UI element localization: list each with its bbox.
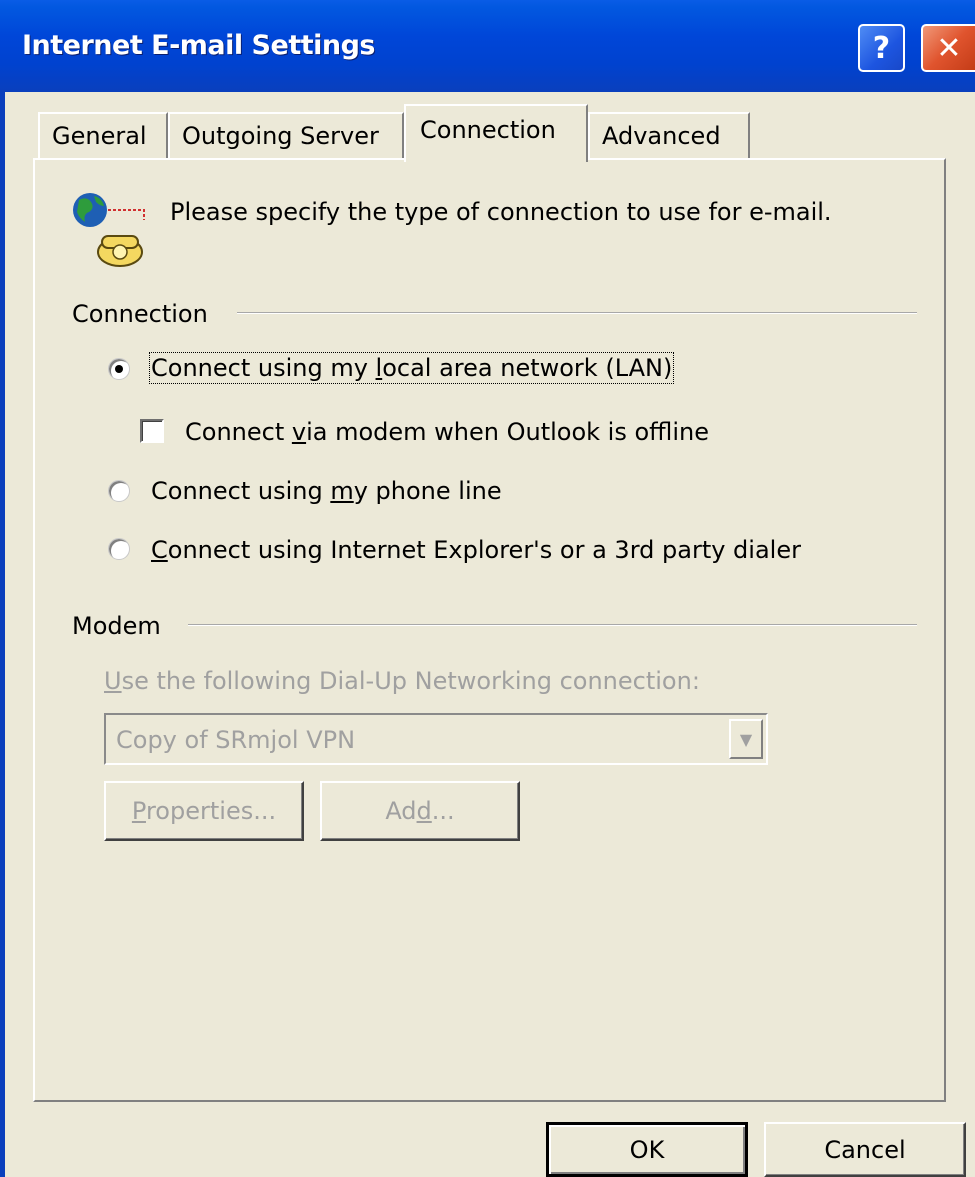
ok-button-label: OK [629,1135,665,1164]
tab-advanced-label: Advanced [602,122,721,150]
modem-divider [188,624,917,626]
radio-lan-label[interactable]: Connect using my local area network (LAN… [148,352,675,384]
dialup-label: Use the following Dial-Up Networking con… [104,667,700,695]
properties-button[interactable]: Properties... [104,781,304,841]
window-title: Internet E-mail Settings [22,30,376,61]
tab-outgoing-server[interactable]: Outgoing Server [168,112,404,158]
connection-divider [237,312,917,314]
radio-phone-line[interactable] [108,480,130,502]
tab-general-label: General [52,122,147,150]
modem-offline-checkbox[interactable] [140,419,164,443]
radio-dialer-label[interactable]: Connect using Internet Explorer's or a 3… [151,536,801,564]
tab-general[interactable]: General [38,112,168,158]
window-border [0,92,5,1177]
cancel-button[interactable]: Cancel [764,1122,966,1177]
radio-phone-line-label[interactable]: Connect using my phone line [151,477,502,505]
header-description: Please specify the type of connection to… [170,198,832,226]
add-button[interactable]: Add... [320,781,520,841]
add-button-label: Add... [385,797,455,825]
close-icon: ✕ [936,30,962,66]
globe-phone-icon [73,193,145,267]
modem-group-label: Modem [72,612,161,640]
cancel-button-label: Cancel [824,1135,906,1164]
help-icon: ? [872,30,891,66]
dialup-connection-select[interactable]: Copy of SRmjol VPN ▼ [104,713,768,765]
tab-connection-label: Connection [420,116,556,144]
tab-connection[interactable]: Connection [404,104,588,162]
tab-outgoing-server-label: Outgoing Server [182,122,379,150]
modem-offline-label[interactable]: Connect via modem when Outlook is offlin… [185,418,709,446]
properties-button-label: Properties... [131,797,277,825]
dialup-connection-value: Copy of SRmjol VPN [116,726,356,754]
tab-advanced[interactable]: Advanced [588,112,750,158]
close-button[interactable]: ✕ [921,24,975,72]
ok-button[interactable]: OK [546,1122,748,1177]
title-bar[interactable]: Internet E-mail Settings ? ✕ [0,0,975,92]
connection-group-label: Connection [72,300,208,328]
dropdown-arrow-icon[interactable]: ▼ [729,719,763,759]
radio-dialer[interactable] [108,538,130,560]
radio-lan[interactable] [108,358,130,380]
help-button[interactable]: ? [858,24,905,72]
